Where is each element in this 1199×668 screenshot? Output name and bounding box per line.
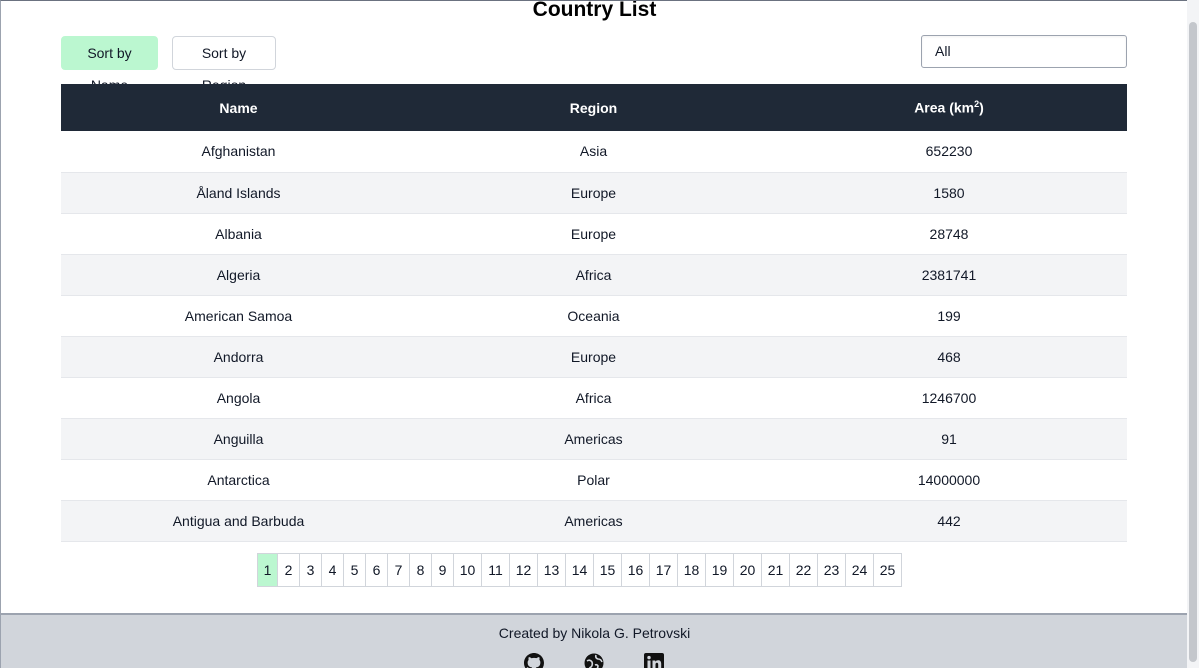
github-icon[interactable] xyxy=(524,653,544,668)
table-row: Angola Africa 1246700 xyxy=(61,377,1127,418)
pagination: 1 2 3 4 5 6 7 8 9 10 11 12 13 14 15 16 17 18 19 20 21 22 23 24 2… xyxy=(257,553,902,587)
cell-region: Oceania xyxy=(567,307,620,324)
cell-name: Åland Islands xyxy=(196,184,281,201)
app-window: Country List Sort by Name Sort by Region… xyxy=(0,0,1187,668)
page-button-13[interactable]: 13 xyxy=(537,553,566,587)
table-row: Anguilla Americas 91 xyxy=(61,418,1127,459)
page-button-19[interactable]: 19 xyxy=(705,553,734,587)
region-filter-select[interactable]: All xyxy=(921,35,1127,68)
table-row: Antigua and Barbuda Americas 442 xyxy=(61,500,1127,541)
column-header-name: Name xyxy=(219,99,258,116)
table-row: Antarctica Polar 14000000 xyxy=(61,459,1127,500)
cell-area: 28748 xyxy=(929,225,969,242)
table-row: Åland Islands Europe 1580 xyxy=(61,172,1127,213)
cell-name: Afghanistan xyxy=(201,143,276,160)
cell-name: Albania xyxy=(215,225,262,242)
page-button-24[interactable]: 24 xyxy=(845,553,874,587)
table-row: Albania Europe 28748 xyxy=(61,213,1127,254)
cell-area: 14000000 xyxy=(917,471,981,488)
page-button-8[interactable]: 8 xyxy=(409,553,432,587)
cell-region: Europe xyxy=(570,184,617,201)
cell-area: 442 xyxy=(937,512,961,529)
cell-region: Asia xyxy=(579,143,608,160)
cell-area: 1580 xyxy=(933,184,965,201)
cell-area: 2381741 xyxy=(921,266,977,283)
cell-name: American Samoa xyxy=(184,307,293,324)
table-row: Algeria Africa 2381741 xyxy=(61,254,1127,295)
page-button-20[interactable]: 20 xyxy=(733,553,762,587)
table-header-row: Name Region Area (km2) xyxy=(61,84,1127,131)
cell-region: Americas xyxy=(564,430,623,447)
cell-area: 652230 xyxy=(925,143,973,160)
page-button-25[interactable]: 25 xyxy=(873,553,902,587)
cell-name: Anguilla xyxy=(213,430,264,447)
sort-by-name-button[interactable]: Sort by Name xyxy=(61,36,158,93)
cell-area: 91 xyxy=(941,430,957,447)
area-header-close: ) xyxy=(979,99,984,116)
page-button-22[interactable]: 22 xyxy=(789,553,818,587)
table-row: Andorra Europe 468 xyxy=(61,336,1127,377)
page-button-17[interactable]: 17 xyxy=(649,553,678,587)
page-button-16[interactable]: 16 xyxy=(621,553,650,587)
footer-credit: Created by Nikola G. Petrovski xyxy=(498,625,691,641)
scrollbar-thumb[interactable] xyxy=(1189,22,1197,662)
page-button-15[interactable]: 15 xyxy=(593,553,622,587)
footer: Created by Nikola G. Petrovski xyxy=(1,613,1187,668)
table-row: Afghanistan Asia 652230 xyxy=(61,131,1127,172)
column-header-region: Region xyxy=(569,99,618,116)
linkedin-icon[interactable] xyxy=(644,653,664,668)
table-body: Afghanistan Asia 652230 Åland Islands Europe… xyxy=(61,131,1127,541)
cell-name: Antigua and Barbuda xyxy=(172,512,305,529)
cell-name: Antarctica xyxy=(207,471,270,488)
column-header-area: Area (km2) xyxy=(771,84,1127,131)
page-button-2[interactable]: 2 xyxy=(277,553,300,587)
cell-region: Europe xyxy=(570,348,617,365)
page-button-14[interactable]: 14 xyxy=(565,553,594,587)
page-button-7[interactable]: 7 xyxy=(387,553,410,587)
page-button-12[interactable]: 12 xyxy=(509,553,538,587)
cell-region: Europe xyxy=(570,225,617,242)
page-button-3[interactable]: 3 xyxy=(299,553,322,587)
page-button-4[interactable]: 4 xyxy=(321,553,344,587)
cell-area: 199 xyxy=(937,307,961,324)
area-header-label: Area (km xyxy=(914,99,975,116)
page-button-21[interactable]: 21 xyxy=(761,553,790,587)
cell-name: Andorra xyxy=(213,348,264,365)
cell-region: Polar xyxy=(577,471,610,488)
page-button-11[interactable]: 11 xyxy=(481,553,510,587)
page-button-5[interactable]: 5 xyxy=(343,553,366,587)
page-button-1[interactable]: 1 xyxy=(257,553,278,587)
country-table: Name Region Area (km2) Afghanistan Asia 65… xyxy=(61,84,1127,542)
cell-region: Africa xyxy=(575,389,612,406)
table-row: American Samoa Oceania 199 xyxy=(61,295,1127,336)
cell-region: Africa xyxy=(575,266,612,283)
globe-icon[interactable] xyxy=(584,653,604,668)
page-button-23[interactable]: 23 xyxy=(817,553,846,587)
page-title: Country List xyxy=(532,0,657,21)
cell-name: Angola xyxy=(216,389,261,406)
page-button-18[interactable]: 18 xyxy=(677,553,706,587)
cell-area: 1246700 xyxy=(921,389,977,406)
page-button-9[interactable]: 9 xyxy=(431,553,454,587)
cell-region: Americas xyxy=(564,512,623,529)
scrollbar-track[interactable] xyxy=(1187,0,1199,668)
page-button-6[interactable]: 6 xyxy=(365,553,388,587)
cell-area: 468 xyxy=(937,348,961,365)
cell-name: Algeria xyxy=(216,266,261,283)
page-button-10[interactable]: 10 xyxy=(453,553,482,587)
sort-by-region-button[interactable]: Sort by Region xyxy=(172,36,276,93)
